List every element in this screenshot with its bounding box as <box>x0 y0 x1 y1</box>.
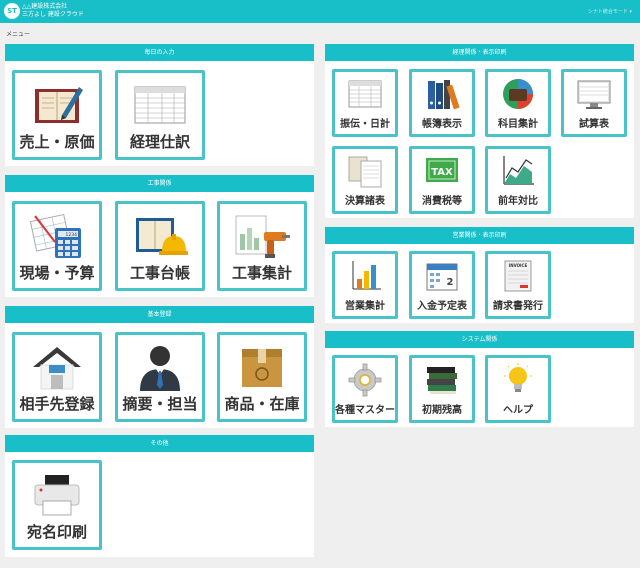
blueprint-calculator-icon: 1234 <box>29 213 81 258</box>
panel-title: その他 <box>5 435 314 452</box>
panel-basic-registration: 基本登録 相手先登録 摘要・担当 商品・在庫 <box>5 306 314 428</box>
tile-label: 売上・原価 <box>19 133 95 151</box>
tile-label: 現場・予算 <box>19 264 95 282</box>
tile-construction-totals[interactable]: 工事集計 <box>217 201 307 291</box>
tile-label: 宛名印刷 <box>26 523 87 541</box>
panel-title: システム関係 <box>325 331 634 348</box>
box-icon <box>242 349 282 387</box>
tile-label: 初期残高 <box>422 405 462 416</box>
tile-financial-statements[interactable]: 決算諸表 <box>332 146 398 214</box>
tile-invoice-issue[interactable]: INVOICE 請求書発行 <box>485 251 551 319</box>
tile-account-totals[interactable]: 科目集計 <box>485 69 551 137</box>
tile-label: 相手先登録 <box>19 395 95 413</box>
tile-label: 振伝・日計 <box>340 119 390 130</box>
journal-form-icon <box>134 86 186 124</box>
tile-sales-cost[interactable]: 売上・原価 <box>12 70 102 160</box>
printer-icon <box>34 475 80 516</box>
ledger-pen-icon <box>35 87 83 123</box>
tax-icon: TAX <box>426 158 458 182</box>
calendar-icon: 2 <box>426 263 458 291</box>
tile-label: 入金予定表 <box>417 301 467 312</box>
tile-partner-registration[interactable]: 相手先登録 <box>12 332 102 422</box>
panel-daily-input: 毎日の入力 売上・原価 経理仕訳 <box>5 44 314 166</box>
tax-text: TAX <box>431 167 453 178</box>
tile-opening-balance[interactable]: 初期残高 <box>409 355 475 423</box>
tile-label: 決算諸表 <box>345 196 385 207</box>
app-header: ST △△建設株式会社 三方よし 建設クラウド シナト統合モード ▾ <box>0 0 640 23</box>
tile-label: 営業集計 <box>345 301 385 312</box>
tile-book-display[interactable]: 帳簿表示 <box>409 69 475 137</box>
tile-label: 科目集計 <box>498 119 538 130</box>
house-icon <box>33 347 81 390</box>
tile-label: 摘要・担当 <box>122 395 198 413</box>
tile-label: 前年対比 <box>498 196 538 207</box>
chart-drill-icon <box>235 215 290 258</box>
company-name-line2: 三方よし 建設クラウド <box>22 11 84 18</box>
panel-sales-display: 営業関係・表示印刷 営業集計 2 入金予定表 INVOICE 請求書発行 <box>325 227 634 323</box>
tile-construction-ledger[interactable]: 工事台帳 <box>115 201 205 291</box>
panel-construction: 工事関係 1234 現場・予算 工事台帳 工事集計 <box>5 175 314 297</box>
tile-payment-schedule[interactable]: 2 入金予定表 <box>409 251 475 319</box>
monitor-sheet-icon <box>577 80 611 109</box>
statements-icon <box>348 156 382 188</box>
invoice-icon: INVOICE <box>504 260 532 292</box>
tile-label: ヘルプ <box>503 405 533 416</box>
tile-help[interactable]: ヘルプ <box>485 355 551 423</box>
tile-address-printing[interactable]: 宛名印刷 <box>12 460 102 550</box>
tile-sales-totals[interactable]: 営業集計 <box>332 251 398 319</box>
person-icon <box>140 346 180 391</box>
tile-site-budget[interactable]: 1234 現場・予算 <box>12 201 102 291</box>
mode-selector[interactable]: シナト統合モード ▾ <box>588 8 632 15</box>
tile-label: 消費税等 <box>422 196 462 207</box>
calendar-day-text: 2 <box>447 277 454 288</box>
panel-accounting-display: 経理関係・表示印刷 振伝・日計 帳簿表示 科目集計 試算表 決算諸表 TAX 消… <box>325 44 634 218</box>
tile-year-comparison[interactable]: 前年対比 <box>485 146 551 214</box>
tile-masters[interactable]: 各種マスター <box>332 355 398 423</box>
binders-icon <box>428 80 460 110</box>
ledger-hardhat-icon <box>136 218 188 255</box>
tile-label: 工事台帳 <box>129 264 190 282</box>
gear-icon <box>348 363 382 397</box>
tile-label: 商品・在庫 <box>224 395 300 413</box>
panel-title: 基本登録 <box>5 306 314 323</box>
panel-title: 営業関係・表示印刷 <box>325 227 634 244</box>
wallet-pie-icon <box>503 79 533 109</box>
book-stack-icon <box>427 367 457 394</box>
tile-accounting-entry[interactable]: 経理仕訳 <box>115 70 205 160</box>
company-name-line1: △△建設株式会社 <box>22 3 68 10</box>
panel-other: その他 宛名印刷 <box>5 435 314 557</box>
calculator-display-text: 1234 <box>66 232 78 238</box>
logo-icon: ST <box>4 3 20 19</box>
menu-label: メニュー <box>6 31 31 38</box>
tile-label: 帳簿表示 <box>422 119 462 130</box>
tile-summary-staff[interactable]: 摘要・担当 <box>115 332 205 422</box>
panel-system: システム関係 各種マスター 初期残高 ヘルプ <box>325 331 634 427</box>
panel-title: 毎日の入力 <box>5 44 314 61</box>
tile-label: 工事集計 <box>231 264 292 282</box>
company-name: △△建設株式会社 三方よし 建設クラウド <box>22 3 84 19</box>
trend-chart-icon <box>503 156 534 185</box>
tile-label: 試算表 <box>579 119 609 130</box>
panel-title: 経理関係・表示印刷 <box>325 44 634 61</box>
panel-title: 工事関係 <box>5 175 314 192</box>
tile-label: 各種マスター <box>335 405 395 416</box>
bar-chart-icon <box>352 261 381 290</box>
tile-voucher-daily[interactable]: 振伝・日計 <box>332 69 398 137</box>
tile-trial-balance[interactable]: 試算表 <box>561 69 627 137</box>
invoice-text: INVOICE <box>509 263 528 268</box>
tile-label: 請求書発行 <box>493 301 543 312</box>
tile-label: 経理仕訳 <box>129 133 190 151</box>
voucher-form-icon <box>348 80 382 108</box>
lightbulb-icon <box>504 363 532 392</box>
tile-consumption-tax[interactable]: TAX 消費税等 <box>409 146 475 214</box>
tile-product-inventory[interactable]: 商品・在庫 <box>217 332 307 422</box>
